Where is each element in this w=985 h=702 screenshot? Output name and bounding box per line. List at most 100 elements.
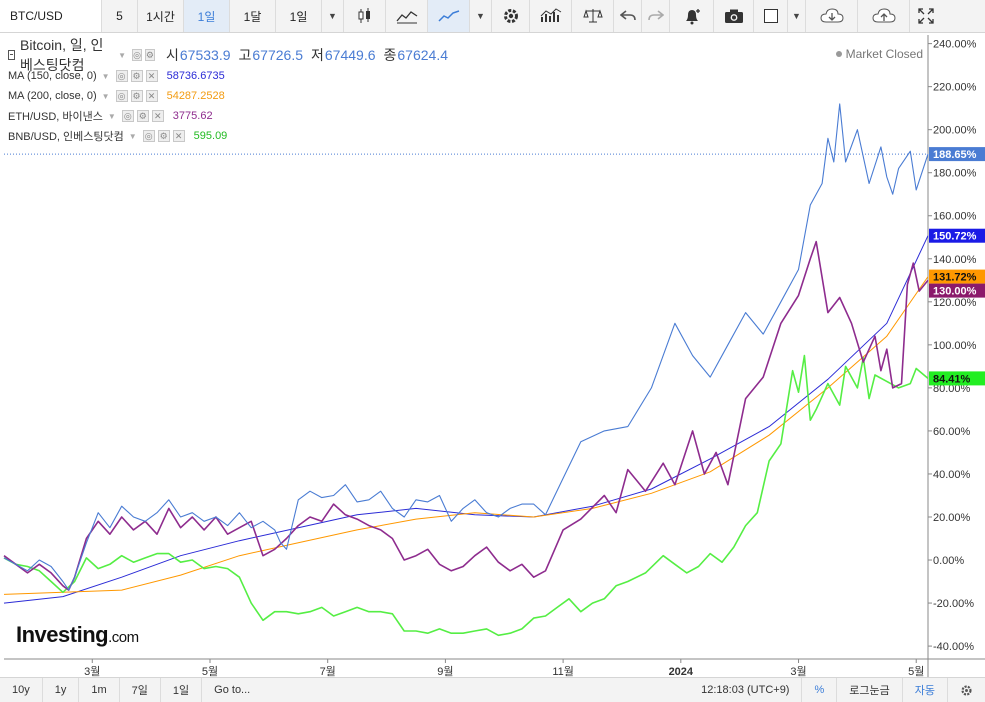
close-icon[interactable]: ✕ — [145, 70, 158, 82]
camera-icon — [724, 9, 743, 23]
x-tick-label: 2024 — [669, 666, 694, 677]
legend-label: BNB/USD, 인베스팅닷컴 — [8, 131, 124, 143]
visibility-icon[interactable]: ◎ — [132, 49, 142, 61]
save-button[interactable] — [858, 0, 910, 32]
percent-toggle[interactable]: % — [802, 678, 838, 702]
chevron-down-icon: ▼ — [328, 11, 337, 21]
y-tick-label: 20.00% — [933, 512, 971, 524]
chart-settings-button[interactable] — [948, 678, 985, 702]
close-icon[interactable]: ✕ — [145, 90, 158, 102]
range-7d-button[interactable]: 7일 — [120, 678, 161, 702]
x-tick-label: 5월 — [202, 665, 218, 677]
close-icon[interactable]: ✕ — [172, 130, 185, 142]
open-value: 67533.9 — [179, 47, 231, 63]
range-1y-button[interactable]: 1y — [43, 678, 80, 702]
layout-dropdown[interactable]: ▼ — [788, 0, 806, 32]
undo-icon — [619, 10, 636, 21]
low-value: 67449.6 — [324, 47, 376, 63]
goto-button[interactable]: Go to... — [202, 678, 262, 702]
auto-scale-toggle[interactable]: 자동 — [903, 678, 948, 702]
y-tick-label: 200.00% — [933, 125, 977, 137]
last-value-label: 130.00% — [933, 286, 977, 298]
redo-button[interactable] — [642, 0, 670, 32]
settings-icon[interactable]: ⚙ — [130, 70, 143, 82]
main-series-name: Bitcoin, 일, 인베스팅닷컴 — [20, 37, 104, 73]
interval-dropdown[interactable]: ▼ — [322, 0, 344, 32]
y-tick-label: 100.00% — [933, 340, 977, 352]
square-icon — [763, 9, 778, 23]
last-value-label: 131.72% — [933, 272, 977, 284]
open-label: 시 — [166, 47, 179, 63]
legend-main-row: Bitcoin, 일, 인베스팅닷컴 ▼ ◎ ⚙ 시 67533.9 고 67726… — [8, 37, 448, 73]
y-tick-label: -20.00% — [933, 598, 974, 610]
legend-label: MA (200, close, 0) — [8, 90, 97, 102]
settings-icon[interactable]: ⚙ — [130, 90, 143, 102]
settings-icon[interactable]: ⚙ — [144, 49, 155, 61]
y-tick-label: 140.00% — [933, 254, 977, 266]
settings-button[interactable] — [492, 0, 530, 32]
log-scale-toggle[interactable]: 로그눈금 — [837, 678, 903, 702]
interval-1m-button[interactable]: 1달 — [230, 0, 276, 32]
low-label: 저 — [311, 47, 324, 63]
close-icon[interactable]: ✕ — [151, 110, 164, 122]
undo-button[interactable] — [614, 0, 642, 32]
close-value: 67624.4 — [397, 47, 448, 63]
chevron-down-icon[interactable]: ▼ — [108, 112, 116, 121]
visibility-icon[interactable]: ◎ — [115, 70, 128, 82]
chart-legend: Bitcoin, 일, 인베스팅닷컴 ▼ ◎ ⚙ 시 67533.9 고 67726… — [8, 37, 448, 146]
chart-type-dropdown[interactable]: ▼ — [470, 0, 492, 32]
y-tick-label: 120.00% — [933, 297, 977, 309]
scale-icon — [582, 9, 603, 23]
visibility-icon[interactable]: ◎ — [142, 130, 155, 142]
interval-1d-button[interactable]: 1일 — [184, 0, 230, 32]
screenshot-button[interactable] — [714, 0, 754, 32]
line-chart-button[interactable] — [428, 0, 470, 32]
fullscreen-button[interactable] — [910, 0, 942, 32]
line-chart-icon — [437, 10, 459, 22]
chevron-down-icon[interactable]: ▼ — [102, 72, 110, 81]
interval-5-button[interactable]: 5 — [102, 0, 138, 32]
range-1d-button[interactable]: 1일 — [161, 678, 203, 702]
legend-value: 58736.6735 — [166, 70, 225, 82]
settings-icon[interactable]: ⚙ — [157, 130, 170, 142]
candles-button[interactable] — [344, 0, 386, 32]
investing-logo: Investing.com — [16, 622, 139, 648]
market-status: Market Closed — [835, 47, 923, 61]
settings-icon[interactable]: ⚙ — [136, 110, 149, 122]
x-tick-label: 3월 — [790, 665, 806, 677]
chevron-down-icon[interactable]: ▼ — [129, 132, 137, 141]
load-button[interactable] — [806, 0, 858, 32]
high-value: 67726.5 — [252, 47, 303, 63]
visibility-icon[interactable]: ◎ — [115, 90, 128, 102]
market-status-text: Market Closed — [845, 47, 923, 61]
legend-row-eth: ETH/USD, 바이낸스 ▼ ◎ ⚙ ✕ 3775.62 — [8, 106, 448, 126]
area-chart-button[interactable] — [386, 0, 428, 32]
legend-value: 54287.2528 — [166, 90, 225, 102]
legend-row-bnb: BNB/USD, 인베스팅닷컴 ▼ ◎ ⚙ ✕ 595.09 — [8, 126, 448, 146]
alert-button[interactable] — [670, 0, 714, 32]
cloud-download-icon — [819, 8, 844, 23]
legend-value: 3775.62 — [172, 110, 213, 122]
interval-select[interactable]: 1일 — [276, 0, 322, 32]
area-chart-icon — [396, 11, 417, 24]
visibility-icon[interactable]: ◎ — [121, 110, 134, 122]
symbol-input[interactable]: BTC/USD — [0, 0, 102, 32]
legend-value: 595.09 — [193, 130, 228, 142]
collapse-icon[interactable] — [8, 50, 16, 60]
cloud-upload-icon — [871, 8, 896, 23]
x-tick-label: 11월 — [552, 665, 574, 677]
chevron-down-icon[interactable]: ▼ — [118, 51, 126, 60]
range-10y-button[interactable]: 10y — [0, 678, 43, 702]
last-value-label: 150.72% — [933, 231, 977, 243]
bell-plus-icon — [685, 9, 700, 25]
interval-1h-button[interactable]: 1시간 — [138, 0, 184, 32]
compare-button[interactable] — [572, 0, 614, 32]
x-tick-label: 3월 — [84, 665, 100, 677]
indicators-button[interactable] — [530, 0, 572, 32]
toolbar: BTC/USD 5 1시간 1일 1달 1일 ▼ ▼ ▼ — [0, 0, 985, 33]
layout-button[interactable] — [754, 0, 788, 32]
range-1m-button[interactable]: 1m — [79, 678, 120, 702]
chevron-down-icon[interactable]: ▼ — [102, 92, 110, 101]
gear-icon — [961, 684, 972, 696]
logo-suffix: .com — [108, 629, 139, 646]
